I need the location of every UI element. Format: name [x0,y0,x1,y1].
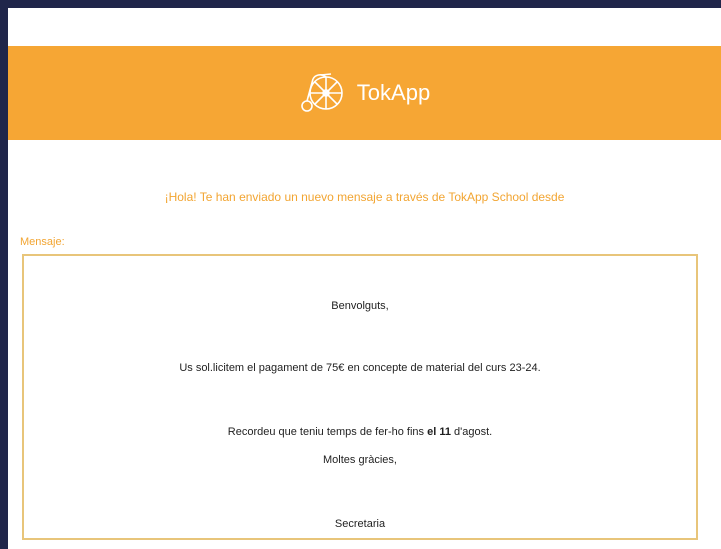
deadline-suffix: d'agost. [450,426,493,438]
message-payment-line: Us sol.licitem el pagament de 75€ en con… [179,362,541,374]
message-deadline-line: Recordeu que teniu temps de fer-ho fins … [24,426,696,438]
deadline-prefix: Recordeu que teniu temps de fer-ho fins [227,426,428,438]
top-spacer [8,8,721,46]
deadline-date-bold: el 11 [427,426,451,438]
email-frame: TokApp ¡Hola! Te han enviado un nuevo me… [8,8,721,549]
brand-name: TokApp [356,80,431,105]
message-signature: Secretaria [334,518,386,530]
message-greeting: Benvolguts, [331,300,389,312]
message-label: Mensaje: [20,236,65,248]
intro-text: ¡Hola! Te han enviado un nuevo mensaje a… [164,190,565,204]
brand-logo: TokApp [299,71,430,115]
message-box: Benvolguts, Us sol.licitem el pagament d… [22,254,698,540]
message-thanks: Moltes gràcies, [323,454,397,466]
brand-header: TokApp [8,46,721,140]
penny-farthing-icon [300,73,343,112]
